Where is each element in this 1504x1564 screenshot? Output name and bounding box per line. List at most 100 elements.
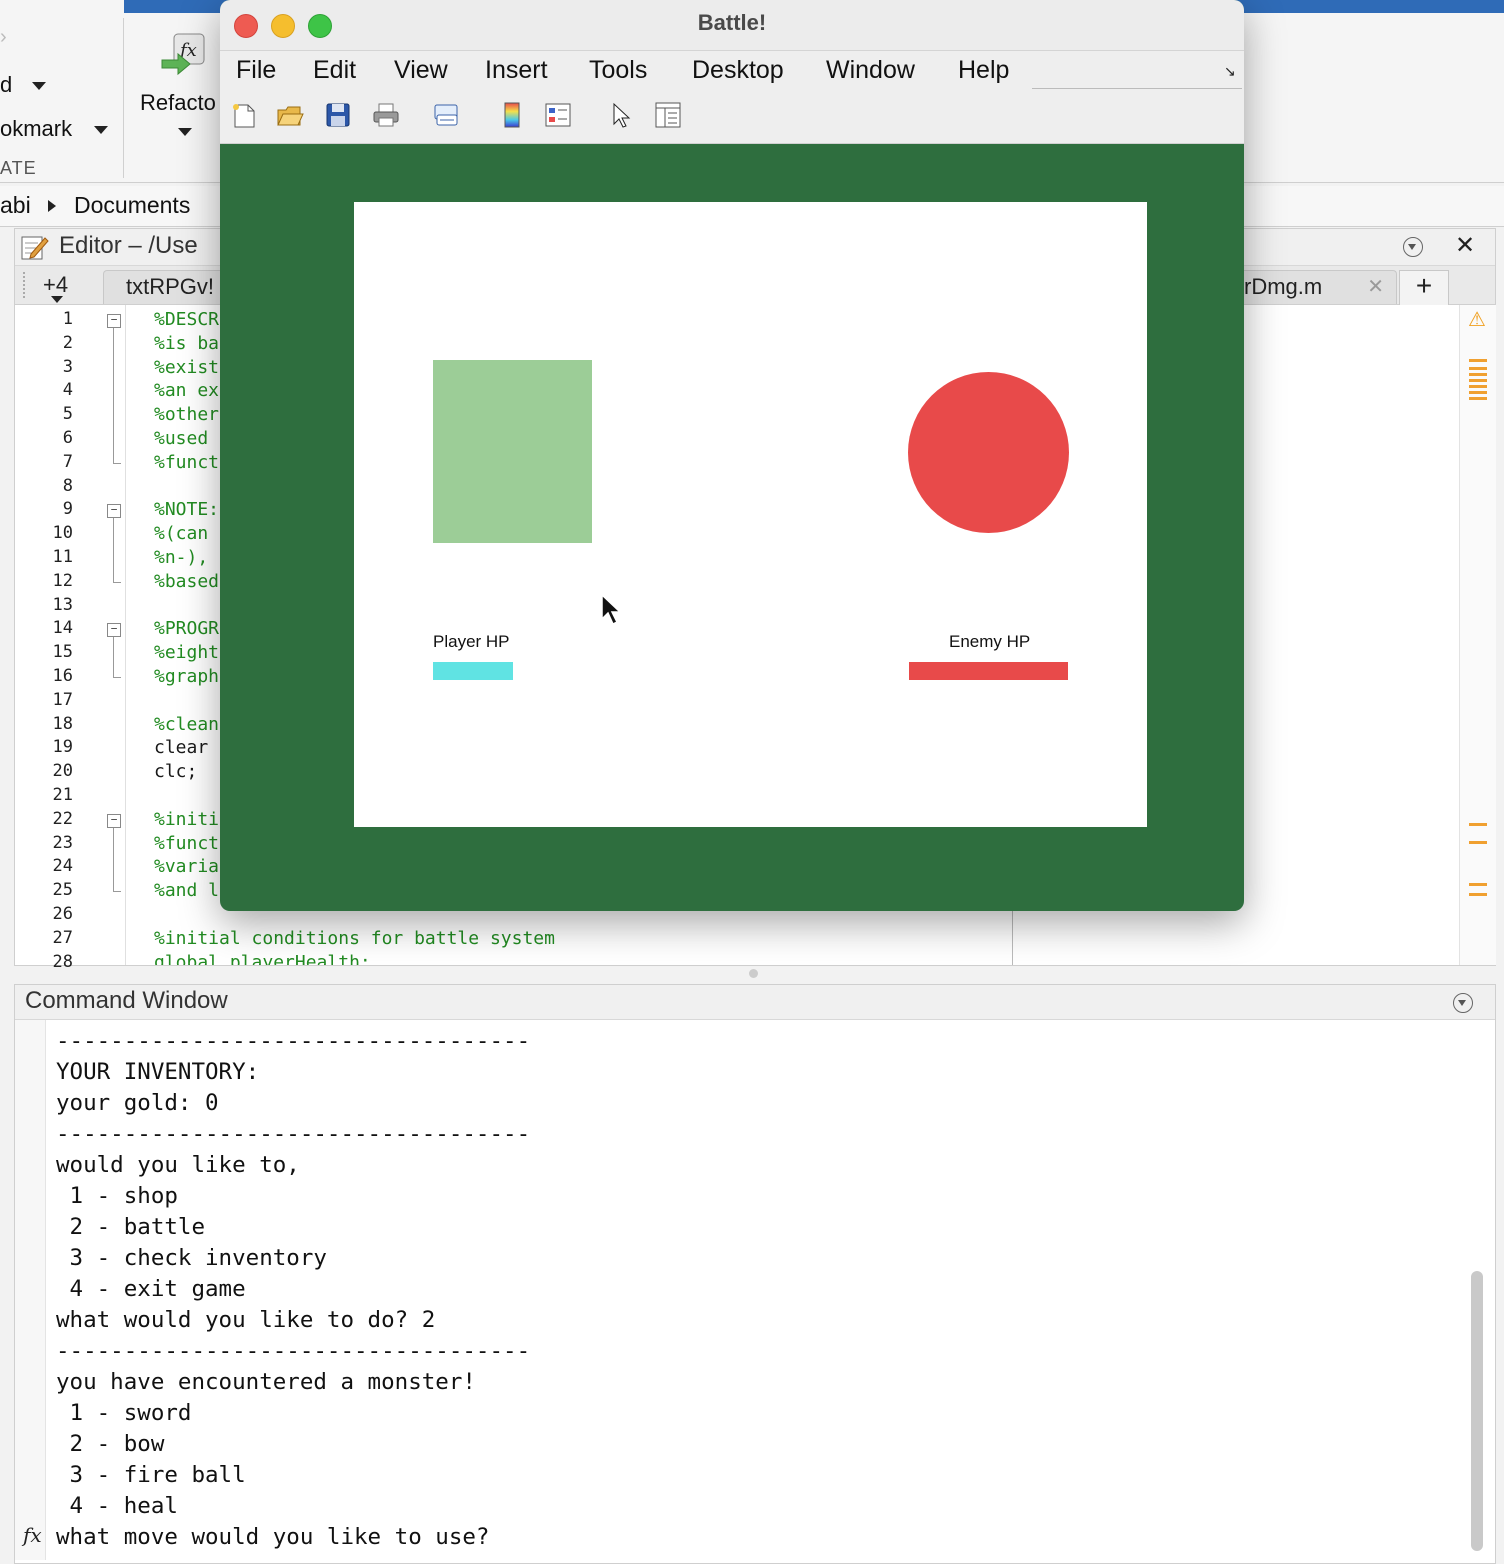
menu-file[interactable]: File	[236, 56, 276, 85]
dock-figure-icon[interactable]: ↘	[1224, 63, 1236, 80]
code-line[interactable]: %DESCR	[154, 309, 219, 330]
command-output-line: 1 - sword	[56, 1400, 192, 1426]
property-inspector-icon[interactable]	[654, 101, 682, 129]
code-line[interactable]: %is ba	[154, 333, 219, 354]
code-line[interactable]: %and l	[154, 880, 219, 901]
code-analyzer-marker[interactable]	[1469, 841, 1487, 844]
breadcrumb-documents[interactable]: Documents	[74, 192, 190, 219]
code-line[interactable]: %initial conditions for battle system	[154, 928, 555, 949]
pointer-icon[interactable]	[608, 101, 636, 129]
code-line[interactable]: clc;	[154, 761, 197, 782]
chevron-down-icon[interactable]	[51, 296, 63, 303]
command-window-title: Command Window	[25, 987, 228, 1014]
close-tab-icon[interactable]: ✕	[1367, 271, 1384, 303]
menu-insert[interactable]: Insert	[485, 56, 548, 85]
figure-title: Battle!	[697, 10, 767, 35]
more-tabs-button[interactable]: +4	[43, 272, 68, 298]
code-analyzer-marker[interactable]	[1469, 893, 1487, 896]
code-analyzer-marker[interactable]	[1469, 823, 1487, 826]
drag-handle-icon[interactable]	[23, 272, 27, 298]
code-line[interactable]: %eight	[154, 642, 219, 663]
toolstrip-item-bookmark[interactable]: okmark	[0, 116, 72, 142]
figure-window: Battle! File Edit View Insert Tools Desk…	[220, 0, 1244, 911]
editor-icon	[21, 234, 49, 260]
menu-window[interactable]: Window	[826, 56, 915, 85]
code-analyzer-marker[interactable]	[1469, 367, 1487, 370]
code-line[interactable]: %PROGR	[154, 618, 219, 639]
code-line[interactable]: %used	[154, 428, 219, 449]
code-line[interactable]: %NOTE:	[154, 499, 219, 520]
figure-titlebar[interactable]: Battle!	[220, 0, 1244, 51]
command-output-line: 2 - battle	[56, 1214, 206, 1240]
breadcrumb-user[interactable]: abi	[0, 192, 31, 219]
code-analyzer-marker[interactable]	[1469, 391, 1487, 394]
print-icon[interactable]	[372, 101, 400, 129]
function-browser-icon[interactable]: fx	[23, 1523, 42, 1547]
refactor-button[interactable]: Refacto	[140, 90, 216, 116]
command-output-line: what move would you like to use?	[56, 1524, 490, 1550]
command-output-line: you have encountered a monster!	[56, 1369, 476, 1395]
code-line[interactable]: %graph	[154, 666, 219, 687]
legend-icon[interactable]	[544, 101, 572, 129]
code-line[interactable]: clear	[154, 737, 219, 758]
refactor-icon[interactable]: fx	[160, 30, 208, 78]
command-output-line: 4 - exit game	[56, 1276, 246, 1302]
link-icon[interactable]	[432, 101, 460, 129]
menu-tools[interactable]: Tools	[589, 56, 647, 85]
code-line[interactable]: %funct	[154, 452, 219, 473]
code-line[interactable]: %clean	[154, 714, 219, 735]
code-line[interactable]: %varia	[154, 856, 219, 877]
battle-axes[interactable]: Player HP Enemy HP	[354, 202, 1147, 827]
editor-title: Editor – /Use	[59, 232, 198, 259]
command-output-line: -----------------------------------	[56, 1338, 531, 1364]
enemy-hp-bar	[909, 662, 1068, 680]
code-analyzer-marker[interactable]	[1469, 359, 1487, 362]
code-line[interactable]: %an ex	[154, 380, 219, 401]
panel-actions-icon[interactable]	[1403, 237, 1423, 257]
code-analyzer-marker[interactable]	[1469, 883, 1487, 886]
save-icon[interactable]	[324, 101, 352, 129]
code-line[interactable]: %based	[154, 571, 219, 592]
menu-desktop[interactable]: Desktop	[692, 56, 784, 85]
code-line[interactable]: %(can	[154, 523, 219, 544]
enemy-sprite	[908, 372, 1069, 533]
figure-menubar: File Edit View Insert Tools Desktop Wind…	[220, 51, 1244, 91]
code-line[interactable]: %initi	[154, 809, 219, 830]
new-tab-button[interactable]: +	[1399, 270, 1449, 305]
code-line[interactable]: global playerHealth;	[154, 952, 371, 965]
open-file-icon[interactable]	[276, 101, 304, 129]
tab-label: txtRPGv!	[126, 274, 215, 299]
panel-splitter-handle[interactable]	[749, 969, 758, 978]
close-icon[interactable]: ✕	[1455, 231, 1475, 260]
menu-help[interactable]: Help	[958, 56, 1009, 85]
code-analyzer-marker[interactable]	[1469, 373, 1487, 376]
code-analyzer-marker[interactable]	[1469, 379, 1487, 382]
chevron-down-icon[interactable]	[32, 82, 46, 90]
toolstrip-accent-gap	[0, 0, 124, 13]
menu-edit[interactable]: Edit	[313, 56, 356, 85]
code-analyzer-marker[interactable]	[1469, 397, 1487, 400]
code-line[interactable]: %other	[154, 404, 219, 425]
code-line[interactable]: %exist	[154, 357, 219, 378]
colorbar-icon[interactable]	[498, 101, 526, 129]
chevron-down-icon[interactable]	[94, 126, 108, 134]
toolstrip-section-label: ATE	[0, 158, 37, 178]
command-window: Command Window -------------------------…	[14, 984, 1496, 1564]
menu-view[interactable]: View	[394, 56, 448, 85]
command-scrollbar-thumb[interactable]	[1471, 1271, 1483, 1551]
figure-toolbar	[220, 91, 1244, 144]
panel-actions-icon[interactable]	[1453, 993, 1473, 1013]
toolstrip-item-find[interactable]: d	[0, 72, 12, 98]
warning-icon[interactable]: ⚠	[1468, 307, 1486, 332]
code-line[interactable]: %funct	[154, 833, 219, 854]
command-output[interactable]: ----------------------------------- YOUR …	[15, 1020, 1465, 1560]
code-analyzer-marker[interactable]	[1469, 385, 1487, 388]
breadcrumb-separator-icon	[48, 200, 56, 212]
player-hp-bar	[433, 662, 513, 680]
command-output-line: 3 - check inventory	[56, 1245, 327, 1271]
editor-scrollbar[interactable]: ⚠	[1459, 305, 1496, 965]
code-line[interactable]: %n-),	[154, 547, 208, 568]
new-figure-icon[interactable]	[230, 101, 258, 129]
command-output-line: 2 - bow	[56, 1431, 165, 1457]
chevron-down-icon[interactable]	[178, 128, 192, 136]
